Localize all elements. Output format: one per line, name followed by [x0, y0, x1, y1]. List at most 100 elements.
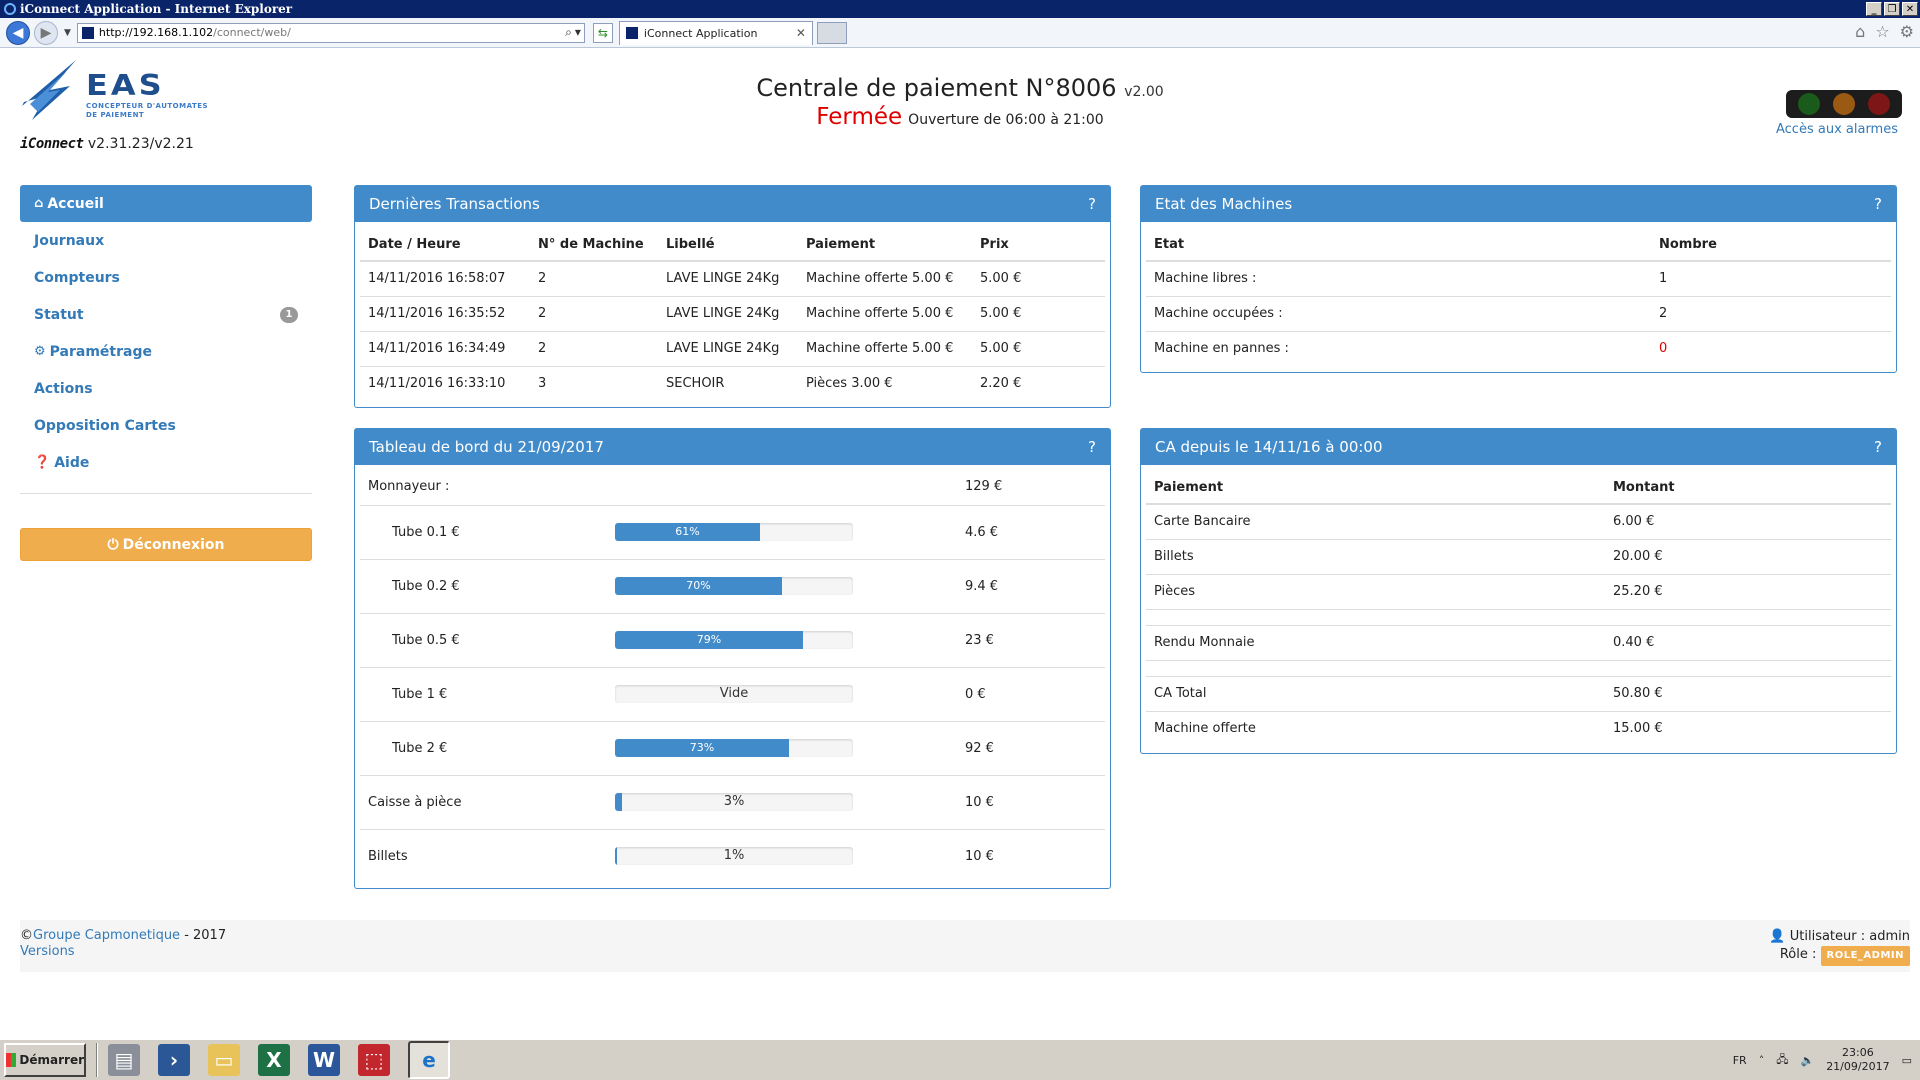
copyright-symbol: ©: [20, 928, 33, 943]
table-row: Monnayeur : 129 €: [368, 479, 1003, 495]
panel-title: Etat des Machines: [1155, 195, 1293, 213]
show-desktop-icon[interactable]: ▭: [1902, 1054, 1912, 1067]
sidebar-item-aide[interactable]: ❓ Aide: [20, 444, 312, 481]
alarm-traffic-light[interactable]: [1786, 90, 1902, 118]
progress-bar: Vide: [615, 685, 853, 703]
column-header: Date / Heure: [360, 226, 530, 262]
tab-close-icon[interactable]: ✕: [796, 26, 806, 40]
address-dropdown-icon[interactable]: ▾: [575, 25, 581, 40]
opening-hours: Ouverture de 06:00 à 21:00: [908, 112, 1104, 128]
column-header: N° de Machine: [530, 226, 658, 262]
restore-button[interactable]: ❐: [1884, 2, 1900, 16]
progress-label: Vide: [719, 686, 749, 701]
progress-label: 73%: [689, 741, 715, 754]
revenue-panel: CA depuis le 14/11/16 à 00:00 ? Paiement…: [1140, 428, 1897, 754]
new-tab-button[interactable]: [816, 21, 847, 44]
sidebar-item-compteurs[interactable]: Compteurs: [20, 259, 312, 296]
logout-button[interactable]: ⏻ Déconnexion: [20, 528, 312, 561]
help-button[interactable]: ?: [1088, 195, 1096, 213]
url-host: http://192.168.1.102: [98, 26, 214, 39]
refresh-icon[interactable]: ⇆: [592, 22, 613, 43]
tools-gear-icon[interactable]: ⚙: [1900, 22, 1914, 41]
sidebar-item-parametrage[interactable]: ⚙ Paramétrage: [20, 333, 312, 370]
status-closed: Fermée: [816, 104, 903, 130]
table-row: Tube 0.1 €61% 4.6 €: [360, 504, 1105, 559]
column-header: Nombre: [1651, 226, 1891, 262]
table-row: Billets 1% 10 €: [360, 828, 1105, 883]
progress-bar: 73%: [615, 739, 853, 757]
home-icon[interactable]: ⌂: [1855, 22, 1865, 41]
tab-favicon-icon: [625, 27, 638, 39]
column-header: Prix: [972, 226, 1105, 262]
forward-button[interactable]: ▶: [34, 20, 58, 45]
address-bar[interactable]: http://192.168.1.102/connect/web/ ⌕ ▾: [76, 22, 585, 43]
help-button[interactable]: ?: [1874, 438, 1882, 456]
progress-bar: 79%: [615, 631, 853, 649]
role-label: Rôle :: [1779, 947, 1817, 962]
language-indicator[interactable]: FR: [1733, 1054, 1747, 1067]
column-header: Paiement: [798, 226, 972, 262]
start-button[interactable]: Démarrer: [4, 1043, 86, 1077]
progress-label: 61%: [675, 525, 700, 538]
table-row: Rendu Monnaie 0.40 €: [1146, 624, 1891, 660]
opening-status: Fermée Ouverture de 06:00 à 21:00: [0, 104, 1920, 130]
minimize-button[interactable]: _: [1866, 2, 1882, 16]
server-manager-icon[interactable]: ▤: [108, 1044, 140, 1076]
help-button[interactable]: ?: [1088, 438, 1096, 456]
alarms-link[interactable]: Accès aux alarmes: [1776, 122, 1898, 137]
table-row: Machine occupées :2: [1146, 295, 1891, 331]
company-link[interactable]: Groupe Capmonetique: [33, 928, 180, 943]
sidebar-item-actions[interactable]: Actions: [20, 370, 312, 407]
table-row: CA Total 50.80 €: [1146, 675, 1891, 711]
sidebar-item-journaux[interactable]: Journaux: [20, 222, 312, 259]
explorer-folder-icon[interactable]: ▭: [208, 1044, 240, 1076]
powershell-icon[interactable]: ›: [158, 1044, 190, 1076]
dashboard-table: Monnayeur : 129 € Tube 0.1 €61% 4.6 € Tube…: [360, 469, 1105, 883]
sidebar-item-opposition-cartes[interactable]: Opposition Cartes: [20, 407, 312, 444]
progress-label: 70%: [686, 579, 711, 592]
progress-label: 3%: [723, 794, 745, 809]
question-circle-icon: ❓: [34, 455, 51, 470]
table-spacer: [1146, 608, 1891, 625]
progress-bar: 70%: [615, 577, 853, 595]
network-icon[interactable]: 🖧: [1776, 1051, 1788, 1070]
windows-taskbar: Démarrer ▤ › ▭ X W ⬚ e FR ˄ 🖧 🔈 23:06 21…: [0, 1038, 1920, 1080]
power-icon: ⏻: [107, 536, 119, 553]
help-button[interactable]: ?: [1874, 195, 1882, 213]
panel-title: CA depuis le 14/11/16 à 00:00: [1155, 438, 1383, 456]
tab-title: iConnect Application: [643, 26, 758, 40]
window-title: iConnect Application - Internet Explorer: [20, 2, 293, 16]
table-row: 14/11/2016 16:35:52 2 LAVE LINGE 24Kg Machi…: [360, 295, 1105, 331]
footer: ©Groupe Capmonetique - 2017 Versions 👤 U…: [20, 920, 1910, 972]
panel-title: Dernières Transactions: [369, 195, 540, 213]
page-title: Centrale de paiement N°8006 v2.00: [756, 74, 1164, 102]
search-icon[interactable]: ⌕: [565, 25, 572, 40]
column-header: Paiement: [1146, 469, 1605, 505]
table-row: Pièces 25.20 €: [1146, 573, 1891, 609]
volume-icon[interactable]: 🔈: [1800, 1054, 1814, 1067]
table-row: Machine libres :1: [1154, 271, 1668, 287]
table-row: 14/11/2016 16:58:07 2 LAVE LINGE 24Kg Machi…: [368, 271, 1022, 287]
tab-iconnect[interactable]: iConnect Application ✕: [618, 20, 813, 45]
clock[interactable]: 23:06 21/09/2017: [1826, 1046, 1889, 1074]
table-row: 14/11/2016 16:34:49 2 LAVE LINGE 24Kg Machi…: [360, 330, 1105, 366]
revenue-panel-header: CA depuis le 14/11/16 à 00:00 ?: [1141, 429, 1896, 465]
system-tray: FR ˄ 🖧 🔈 23:06 21/09/2017 ▭: [1733, 1042, 1920, 1078]
machines-table: Etat Nombre Machine libres :1 Machine oc…: [1146, 226, 1891, 366]
history-dropdown-icon[interactable]: ▼: [64, 28, 71, 38]
pdf-reader-icon[interactable]: ⬚: [358, 1044, 390, 1076]
excel-icon[interactable]: X: [258, 1044, 290, 1076]
internet-explorer-icon[interactable]: e: [408, 1041, 450, 1079]
current-user: Utilisateur : admin: [1789, 929, 1910, 944]
dashboard-panel-header: Tableau de bord du 21/09/2017 ?: [355, 429, 1110, 465]
back-button[interactable]: ◀: [6, 20, 30, 45]
tray-expand-icon[interactable]: ˄: [1759, 1054, 1765, 1067]
green-lamp-icon: [1798, 93, 1821, 115]
close-button[interactable]: ✕: [1902, 2, 1918, 16]
favorites-star-icon[interactable]: ☆: [1875, 22, 1889, 41]
sidebar-item-statut[interactable]: Statut 1: [20, 296, 312, 333]
sidebar-item-accueil[interactable]: ⌂ Accueil: [20, 185, 312, 222]
word-icon[interactable]: W: [308, 1044, 340, 1076]
role-badge: ROLE_ADMIN: [1820, 946, 1910, 966]
versions-link[interactable]: Versions: [20, 944, 75, 959]
